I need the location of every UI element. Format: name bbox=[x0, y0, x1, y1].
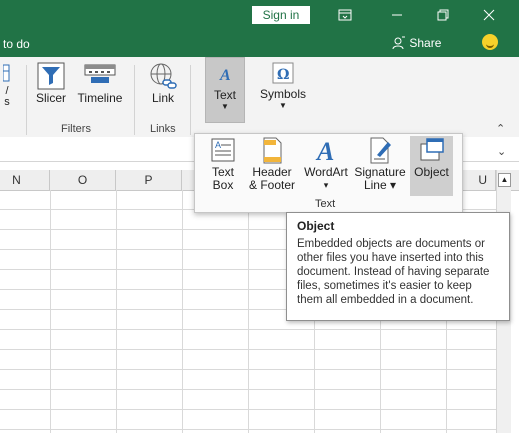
text-box-icon: A bbox=[211, 138, 235, 162]
link-label: Link bbox=[151, 91, 174, 105]
signature-line-icon bbox=[370, 137, 391, 164]
text-button[interactable]: A Text ▼ bbox=[205, 57, 245, 123]
sign-in-button[interactable]: Sign in bbox=[252, 6, 310, 24]
header-footer-label-line2: & Footer bbox=[248, 178, 296, 192]
svg-text:Ω: Ω bbox=[277, 67, 289, 83]
text-box-button[interactable]: A Text Box bbox=[203, 136, 243, 196]
slicer-button[interactable]: Slicer bbox=[33, 61, 69, 105]
svg-text:A: A bbox=[315, 137, 334, 166]
wordart-label-line1: WordArt bbox=[304, 165, 348, 179]
ribbon-separator bbox=[190, 65, 191, 135]
tooltip-title: Object bbox=[297, 219, 335, 233]
signature-line-label-line2: Line ▾ bbox=[363, 178, 397, 192]
minimize-button[interactable] bbox=[374, 0, 420, 30]
title-bar: Sign in bbox=[0, 0, 519, 30]
symbols-dropdown-caret: ▼ bbox=[279, 101, 287, 110]
links-group-label: Links bbox=[150, 123, 176, 135]
minimize-icon bbox=[392, 14, 402, 16]
svg-text:A: A bbox=[215, 140, 221, 150]
symbols-button[interactable]: Ω Symbols ▼ bbox=[256, 61, 310, 110]
object-tooltip: Object Embedded objects are documents or… bbox=[286, 212, 510, 321]
svg-text:A: A bbox=[219, 67, 231, 84]
ribbon-separator bbox=[134, 65, 135, 135]
text-box-label-line2: Box bbox=[212, 178, 234, 192]
text-label: Text bbox=[213, 88, 236, 102]
text-group-label: Text bbox=[315, 198, 336, 210]
close-icon bbox=[483, 9, 495, 21]
tell-me-bar: to do Share bbox=[0, 30, 519, 57]
text-dropdown-panel: A Text Box Header & Footer A WordArt ▾ S… bbox=[194, 133, 463, 213]
link-globe-icon bbox=[150, 63, 177, 89]
restore-icon bbox=[437, 9, 449, 21]
scroll-up-arrow-icon[interactable]: ▲ bbox=[498, 173, 511, 187]
share-button[interactable]: Share bbox=[392, 36, 441, 50]
object-button[interactable]: Object bbox=[410, 136, 453, 196]
text-dropdown-caret: ▼ bbox=[221, 102, 229, 111]
person-icon bbox=[392, 36, 405, 50]
expand-formula-bar-icon[interactable]: ⌄ bbox=[497, 145, 506, 158]
close-button[interactable] bbox=[466, 0, 512, 30]
ribbon: / s Slicer Timeline Filters Link Links A… bbox=[0, 57, 519, 138]
timeline-label: Timeline bbox=[77, 91, 123, 105]
timeline-icon bbox=[84, 64, 116, 83]
ribbon-display-options-button[interactable] bbox=[322, 0, 368, 30]
tell-me-input[interactable]: to do bbox=[3, 37, 30, 51]
partial-label-2: s bbox=[4, 96, 10, 108]
partial-ribbon-button[interactable]: / s bbox=[0, 63, 14, 108]
ribbon-display-icon bbox=[338, 9, 352, 21]
column-header-o[interactable]: O bbox=[50, 170, 116, 190]
wordart-dropdown-caret: ▾ bbox=[323, 180, 329, 190]
restore-button[interactable] bbox=[420, 0, 466, 30]
tooltip-body: Embedded objects are documents or other … bbox=[297, 238, 490, 306]
column-header-p[interactable]: P bbox=[116, 170, 182, 190]
chart-icon bbox=[2, 64, 10, 82]
object-icon bbox=[420, 138, 444, 161]
omega-symbol-icon: Ω bbox=[272, 62, 294, 84]
ribbon-separator bbox=[26, 65, 27, 135]
signature-line-button[interactable]: Signature Line ▾ bbox=[353, 136, 407, 196]
wordart-button[interactable]: A WordArt ▾ bbox=[301, 136, 351, 196]
object-label: Object bbox=[414, 165, 449, 179]
collapse-ribbon-icon[interactable]: ⌃ bbox=[496, 122, 505, 135]
header-footer-icon bbox=[263, 137, 282, 164]
share-label: Share bbox=[409, 36, 442, 50]
slicer-icon bbox=[37, 62, 65, 90]
slicer-label: Slicer bbox=[35, 91, 66, 105]
link-button[interactable]: Link bbox=[143, 61, 183, 105]
text-a-icon: A bbox=[219, 67, 231, 84]
wordart-icon: A bbox=[315, 137, 334, 166]
header-footer-button[interactable]: Header & Footer bbox=[247, 136, 297, 196]
symbols-label: Symbols bbox=[259, 87, 306, 101]
filters-group-label: Filters bbox=[61, 123, 91, 135]
smile-feedback-icon[interactable] bbox=[482, 34, 498, 50]
timeline-button[interactable]: Timeline bbox=[73, 61, 127, 105]
column-header-n[interactable]: N bbox=[0, 170, 50, 190]
